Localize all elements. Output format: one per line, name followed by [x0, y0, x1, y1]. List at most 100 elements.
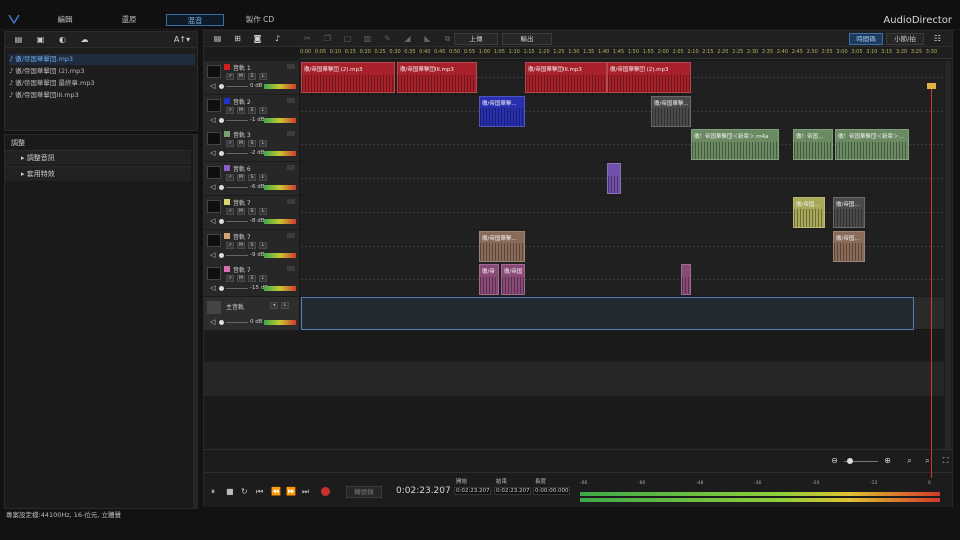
rewind-icon[interactable]: ⏪ [271, 487, 281, 496]
volume-slider[interactable] [226, 288, 248, 290]
track-header[interactable]: 音軌 3 ↗ M S L ◁ -2 dB [204, 128, 300, 162]
loop-record-button[interactable]: 轉張錄 [346, 486, 382, 498]
delete-icon[interactable]: ▥ [362, 34, 373, 44]
solo-button[interactable]: S [248, 106, 256, 114]
add-track-icon[interactable]: ⊞ [232, 34, 243, 44]
track-color-swatch[interactable] [224, 165, 230, 172]
solo-button[interactable]: S [248, 174, 256, 182]
mute-button[interactable]: M [237, 174, 245, 182]
volume-slider-thumb[interactable] [219, 151, 224, 157]
lock-button[interactable]: L [259, 140, 267, 148]
mute-button[interactable]: M [237, 207, 245, 215]
volume-slider[interactable] [226, 254, 248, 256]
solo-button[interactable]: S [248, 241, 256, 249]
lock-button[interactable]: L [259, 275, 267, 283]
speaker-icon[interactable]: ◁ [210, 82, 215, 90]
volume-slider[interactable] [226, 187, 248, 189]
tab-restore[interactable]: 還原 [104, 14, 154, 26]
speaker-icon[interactable]: ◁ [210, 251, 215, 259]
audio-clip[interactable]: 徹/帝 [479, 264, 499, 296]
tab-create-cd[interactable]: 製作 CD [234, 14, 286, 26]
speaker-icon[interactable]: ◁ [210, 116, 215, 124]
solo-button[interactable]: S [248, 207, 256, 215]
track-lane[interactable]: 徹/帝国華擊... 徹/帝国華擊... [301, 94, 944, 128]
track-header[interactable]: 音軌 7 ↗ M S L ◁ -9 dB [204, 229, 300, 263]
library-item[interactable]: ♪ 徹/帝国華擊団.mp3 [9, 54, 195, 65]
master-lock-button[interactable]: L [281, 301, 289, 309]
audio-clip[interactable]: 徹！帝国... [793, 129, 833, 161]
bars-beats-toggle[interactable]: 小節/拍 [886, 33, 924, 45]
track-color-swatch[interactable] [224, 131, 230, 138]
solo-button[interactable]: S [248, 275, 256, 283]
track-header[interactable]: 音軌 2 ↗ M S L ◁ -1 dB [204, 94, 300, 128]
record-settings-icon[interactable]: ◙ [252, 34, 263, 44]
volume-slider-thumb[interactable] [219, 185, 224, 191]
lock-button[interactable]: L [259, 207, 267, 215]
audio-clip[interactable]: 徹/帝国華擊団 (2).mp3 [301, 62, 395, 93]
split-icon[interactable]: ⧉ [442, 34, 453, 44]
solo-button[interactable]: S [248, 140, 256, 148]
apply-effects-row[interactable]: ▸ 套用特效 [5, 166, 191, 181]
go-start-icon[interactable]: ⏮ [256, 487, 263, 497]
track-header[interactable]: 音軌 7 ↗ M S L ◁ -8 dB [204, 195, 300, 229]
volume-slider-thumb[interactable] [219, 252, 224, 258]
speaker-icon[interactable]: ◁ [210, 318, 215, 326]
cloud-icon[interactable]: ☁ [79, 35, 90, 45]
volume-slider-thumb[interactable] [219, 117, 224, 123]
fade-out-icon[interactable]: ◣ [422, 34, 433, 44]
audio-clip[interactable]: 徹/帝国華擊... [479, 230, 525, 262]
audio-clip[interactable]: 徹/帝国華擊団III.mp3 [525, 62, 607, 93]
master-lane[interactable] [301, 296, 914, 330]
playhead[interactable] [931, 83, 932, 478]
track-menu-button[interactable] [287, 266, 295, 272]
record-button[interactable] [321, 487, 330, 496]
audio-clip[interactable]: 徹/帝国... [833, 230, 865, 262]
envelope-button[interactable]: ↗ [226, 207, 234, 215]
upload-button[interactable]: 上傳 [454, 33, 498, 45]
volume-slider[interactable] [226, 153, 248, 155]
audio-clip[interactable] [681, 264, 691, 296]
mute-button[interactable]: M [237, 241, 245, 249]
mute-button[interactable]: M [237, 73, 245, 80]
start-value[interactable]: 0:02:23.207 [454, 487, 492, 495]
volume-slider[interactable] [226, 119, 248, 121]
speaker-icon[interactable]: ◁ [210, 217, 215, 225]
track-menu-button[interactable] [287, 198, 295, 204]
track-color-swatch[interactable] [224, 198, 230, 205]
audio-clip[interactable]: 徹！帝国華擊団＜新章＞.m4a [691, 129, 779, 161]
audio-clip[interactable]: 徹/帝国華擊団III.mp3 [397, 62, 477, 93]
track-color-swatch[interactable] [224, 232, 230, 239]
track-header[interactable]: 音軌 1 ↗ M S L ◁ 0 dB [204, 61, 300, 94]
audio-clip[interactable]: 徹/帝国 [501, 264, 525, 296]
envelope-button[interactable]: ↗ [226, 174, 234, 182]
track-lane[interactable]: 徹/帝国華擊... 徹/帝国... [301, 229, 944, 263]
fullscreen-icon[interactable]: ⛶ [940, 456, 951, 466]
track-lane[interactable] [301, 162, 944, 196]
track-menu-button[interactable] [287, 131, 295, 137]
speaker-icon[interactable]: ◁ [210, 183, 215, 191]
track-color-swatch[interactable] [224, 266, 230, 273]
track-color-swatch[interactable] [224, 97, 230, 104]
library-item[interactable]: ♪ 徹/帝国華擊団III.mp3 [9, 90, 79, 101]
track-color-swatch[interactable] [224, 64, 230, 70]
master-track-header[interactable]: 主音軌 ◂ L ◁ 0 dB [204, 296, 300, 330]
lock-button[interactable]: L [259, 241, 267, 249]
adjust-audio-row[interactable]: ▸ 調整音訊 [5, 150, 191, 165]
audio-clip[interactable]: 徹/帝国華擊団 (2).mp3 [607, 62, 691, 93]
stop-icon[interactable]: ■ [226, 487, 234, 496]
envelope-button[interactable]: ↗ [226, 140, 234, 148]
go-end-icon[interactable]: ⏭ [302, 487, 309, 497]
audio-clip[interactable]: 徹/帝国華擊... [651, 95, 691, 127]
loop-icon[interactable]: ↻ [241, 487, 248, 496]
volume-slider[interactable] [226, 220, 248, 222]
envelope-button[interactable]: ↗ [226, 241, 234, 249]
envelope-button[interactable]: ↗ [226, 73, 234, 80]
audio-clip[interactable] [607, 163, 621, 195]
fast-forward-icon[interactable]: ⏩ [286, 487, 296, 496]
fade-in-icon[interactable]: ◢ [402, 34, 413, 44]
tab-edit[interactable]: 編輯 [40, 14, 90, 26]
track-menu-button[interactable] [287, 165, 295, 171]
track-menu-button[interactable] [287, 97, 295, 103]
volume-slider-thumb[interactable] [219, 319, 224, 325]
timeline-scrollbar[interactable] [945, 61, 951, 471]
